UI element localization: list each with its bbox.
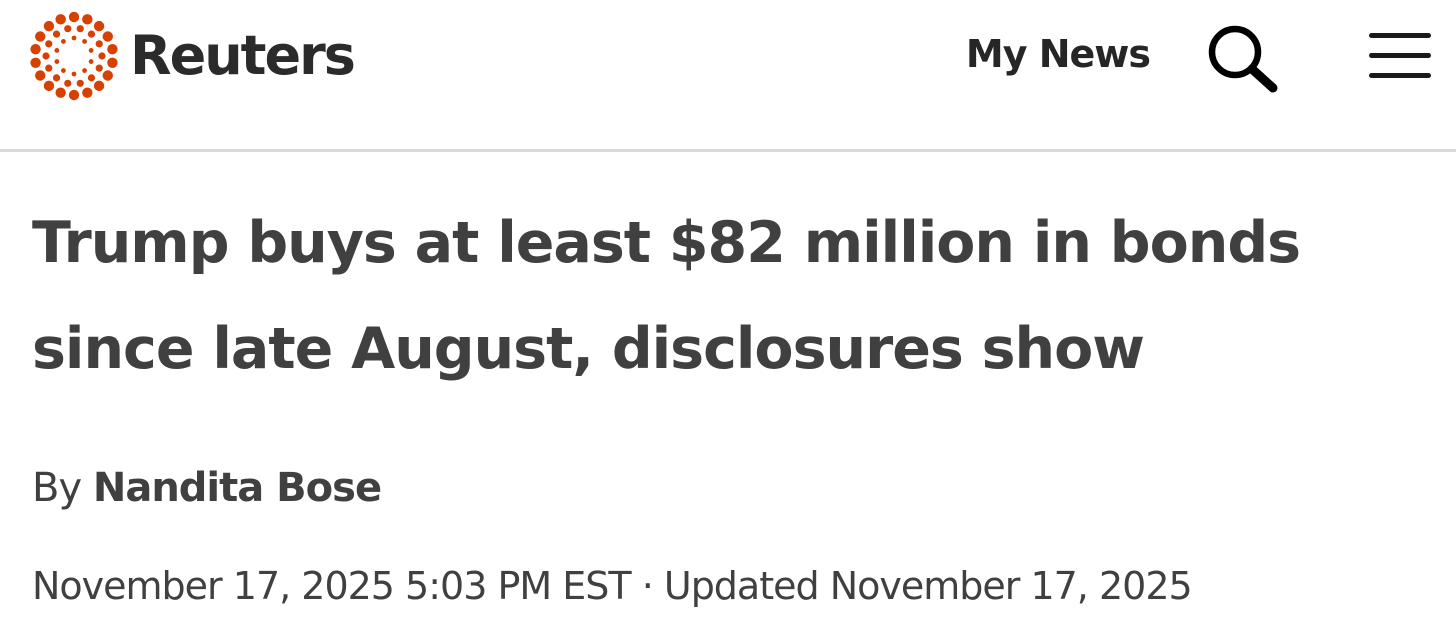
logo-dot [55,14,66,25]
logo-dot [71,35,77,41]
logo-dot [68,11,80,23]
brand-name: Reuters [130,24,356,87]
date-separator: · [641,564,654,608]
logo-dot [98,52,106,60]
logo-dot [95,64,103,72]
updated-date: Updated November 17, 2025 [663,564,1193,608]
article-headline: Trump buys at least $82 million in bonds… [32,210,1301,382]
logo-dot [82,14,93,25]
logo-dot [88,48,94,53]
logo-dot [45,40,53,48]
article-page: Reuters My News Trump buys at least $82 … [0,0,1456,625]
logo-dot [107,57,118,68]
logo-dot [54,48,60,53]
logo-dot [64,25,72,33]
search-button[interactable] [1203,22,1281,94]
search-icon [1203,22,1281,94]
logo-dot [102,70,113,81]
logo-dot [42,52,50,60]
logo-dot [71,71,77,77]
my-news-link[interactable]: My News [966,32,1151,78]
byline-prefix: By [32,465,82,511]
logo-dot [45,64,53,72]
dateline: November 17, 2025 5:03 PM EST · Updated … [32,556,1193,616]
logo-dot [76,79,84,87]
logo-dot [54,59,60,64]
logo-dot [43,80,55,92]
logo-dot [82,68,87,73]
logo-dot [88,59,94,64]
logo-dot [30,44,41,55]
hamburger-menu-icon [1366,30,1434,82]
logo-dot [55,87,66,98]
logo-dot [35,31,46,42]
logo-dot [87,30,96,38]
logo-dot [102,31,113,42]
logo-dot [93,20,105,32]
byline: By Nandita Bose [32,458,382,518]
author-link[interactable]: Nandita Bose [93,465,382,511]
reuters-logo-icon [26,8,122,104]
logo-dot [30,57,41,68]
home-link[interactable]: Reuters [26,8,356,104]
logo-dot [68,89,80,101]
logo-dot [82,87,93,98]
logo-dot [93,80,105,92]
menu-button[interactable] [1366,30,1434,82]
logo-dot [35,70,46,81]
logo-dot [82,39,87,44]
site-header: Reuters My News [0,0,1456,152]
logo-dot [43,20,55,32]
logo-dot [61,68,66,73]
logo-dot [95,40,103,48]
logo-dot [64,79,72,87]
logo-dot [52,74,61,82]
logo-dot [76,25,84,33]
published-date: November 17, 2025 5:03 PM EST [32,564,632,608]
logo-dot [87,74,96,82]
logo-dot [61,39,66,44]
logo-dot [107,44,118,55]
logo-dot [52,30,61,38]
